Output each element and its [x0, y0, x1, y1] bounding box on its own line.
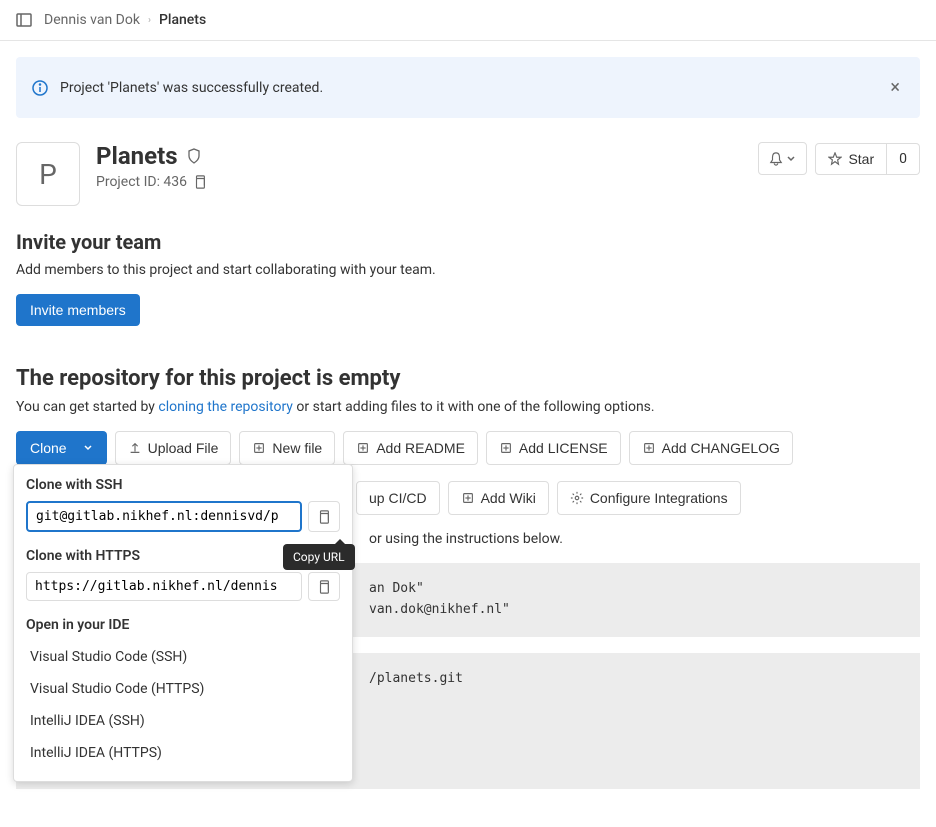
- new-file-button[interactable]: New file: [239, 431, 335, 465]
- plus-icon: [252, 441, 266, 455]
- chevron-down-icon: [83, 443, 93, 453]
- sidebar-toggle-icon[interactable]: [16, 12, 32, 28]
- ide-vscode-https[interactable]: Visual Studio Code (HTTPS): [26, 673, 340, 705]
- upload-icon: [128, 441, 142, 455]
- plus-icon: [499, 441, 513, 455]
- star-icon: [828, 152, 842, 166]
- info-icon: [32, 80, 48, 96]
- success-alert: Project 'Planets' was successfully creat…: [16, 57, 920, 118]
- invite-members-button[interactable]: Invite members: [16, 294, 140, 326]
- clone-https-input[interactable]: [26, 572, 302, 601]
- project-id: Project ID: 436: [96, 174, 187, 190]
- ide-intellij-ssh[interactable]: IntelliJ IDEA (SSH): [26, 705, 340, 737]
- top-bar: Dennis van Dok › Planets: [0, 0, 936, 41]
- plus-icon: [642, 441, 656, 455]
- ide-vscode-ssh[interactable]: Visual Studio Code (SSH): [26, 641, 340, 673]
- chevron-down-icon: [786, 154, 796, 164]
- empty-desc: You can get started by cloning the repos…: [16, 399, 920, 415]
- add-license-button[interactable]: Add LICENSE: [486, 431, 621, 465]
- copy-ssh-button[interactable]: [308, 501, 340, 532]
- alert-text: Project 'Planets' was successfully creat…: [60, 80, 874, 96]
- bell-icon: [769, 152, 783, 166]
- copy-project-id-icon[interactable]: [193, 175, 207, 189]
- clone-button[interactable]: Clone: [16, 431, 107, 465]
- plus-icon: [356, 441, 370, 455]
- alert-close-button[interactable]: ×: [886, 73, 904, 102]
- gear-icon: [570, 491, 584, 505]
- project-header: P Planets Project ID: 436: [16, 142, 920, 206]
- setup-cicd-button[interactable]: up CI/CD: [356, 481, 440, 515]
- add-readme-button[interactable]: Add README: [343, 431, 478, 465]
- chevron-right-icon: ›: [148, 15, 151, 26]
- empty-title: The repository for this project is empty: [16, 366, 920, 391]
- invite-desc: Add members to this project and start co…: [16, 262, 920, 278]
- breadcrumbs: Dennis van Dok › Planets: [44, 12, 206, 28]
- add-wiki-button[interactable]: Add Wiki: [448, 481, 549, 515]
- invite-title: Invite your team: [16, 230, 920, 254]
- copy-icon: [317, 510, 331, 524]
- shield-icon: [186, 148, 202, 164]
- ide-label: Open in your IDE: [26, 617, 340, 633]
- clone-ssh-label: Clone with SSH: [26, 477, 340, 493]
- star-count: 0: [887, 143, 920, 175]
- breadcrumb-current: Planets: [159, 12, 206, 28]
- or-text: or using the instructions below.: [369, 531, 920, 547]
- copy-https-button[interactable]: [308, 572, 340, 601]
- configure-integrations-button[interactable]: Configure Integrations: [557, 481, 741, 515]
- clone-ssh-input[interactable]: [26, 501, 302, 532]
- add-changelog-button[interactable]: Add CHANGELOG: [629, 431, 793, 465]
- project-avatar: P: [16, 142, 80, 206]
- notification-button[interactable]: [758, 142, 808, 175]
- action-buttons-row1: Clone Upload File New file: [16, 431, 920, 465]
- plus-icon: [461, 491, 475, 505]
- ide-intellij-https[interactable]: IntelliJ IDEA (HTTPS): [26, 737, 340, 769]
- project-title: Planets: [96, 142, 178, 170]
- project-actions: Star 0: [758, 142, 920, 175]
- copy-url-tooltip: Copy URL: [283, 544, 355, 570]
- project-info: Planets Project ID: 436: [96, 142, 742, 190]
- upload-file-button[interactable]: Upload File: [115, 431, 232, 465]
- ide-list: Visual Studio Code (SSH) Visual Studio C…: [26, 641, 340, 769]
- breadcrumb-user[interactable]: Dennis van Dok: [44, 12, 140, 28]
- star-button[interactable]: Star: [815, 143, 887, 175]
- clone-link[interactable]: cloning the repository: [158, 399, 293, 415]
- clone-dropdown: Clone with SSH Clone with HTTPS Open in …: [13, 464, 353, 782]
- copy-icon: [317, 580, 331, 594]
- action-buttons-row2: up CI/CD Add Wiki Configure Integrations: [356, 481, 920, 515]
